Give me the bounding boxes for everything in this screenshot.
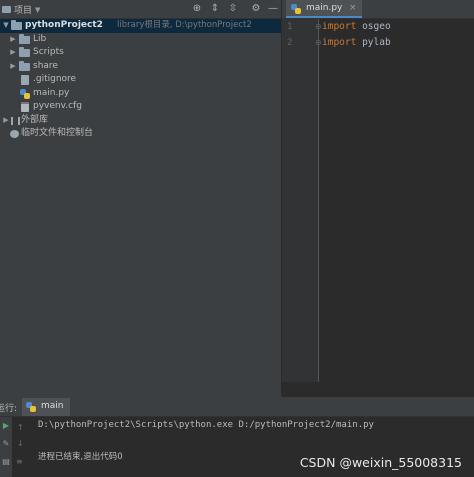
- chevron-right-icon[interactable]: ▶: [9, 33, 17, 47]
- close-icon[interactable]: ×: [349, 3, 357, 13]
- tree-root-hint: library根目录, D:\pythonProject2: [117, 20, 252, 30]
- tree-item-label: 临时文件和控制台: [21, 128, 94, 138]
- run-toolbar: ▶ ✎ ▤: [0, 417, 12, 477]
- tree-item-external-libraries[interactable]: ▶ 外部库: [0, 114, 281, 128]
- tree-item-share[interactable]: ▶ share: [0, 60, 281, 74]
- gear-icon[interactable]: ⚙: [249, 2, 263, 16]
- tree-item-label: 外部库: [21, 114, 49, 125]
- run-tab-label: main: [41, 401, 64, 411]
- soft-wrap-icon[interactable]: ≡: [16, 457, 23, 466]
- fold-icon[interactable]: ⊖: [315, 22, 322, 31]
- code-line: import osgeo: [322, 21, 391, 32]
- code-module: osgeo: [362, 21, 391, 32]
- console-command: D:\pythonProject2\Scripts\python.exe D:/…: [38, 420, 374, 430]
- line-gutter: 1 2 ⊖ ⊖: [282, 19, 322, 382]
- chevron-right-icon[interactable]: ▶: [9, 60, 17, 74]
- fold-icon[interactable]: ⊖: [315, 38, 322, 47]
- project-view-icon: [2, 6, 11, 13]
- tree-item-lib[interactable]: ▶ Lib: [0, 33, 281, 47]
- tree-root-label: pythonProject2: [25, 20, 103, 30]
- code-keyword: import: [322, 37, 357, 48]
- folder-icon: [19, 33, 30, 44]
- run-panel-label: 运行:: [0, 404, 18, 414]
- folder-icon: [19, 47, 30, 57]
- run-panel-header: 运行: main: [0, 397, 474, 417]
- config-file-icon: [21, 102, 29, 112]
- line-number: 1: [287, 22, 293, 32]
- tree-item-gitignore[interactable]: .gitignore: [0, 73, 281, 87]
- layout-icon[interactable]: ▤: [1, 457, 11, 466]
- python-file-icon: [26, 402, 36, 412]
- tree-item-pyvenv-cfg[interactable]: pyvenv.cfg: [0, 100, 281, 114]
- project-tree: ▼ pythonProject2 library根目录, D:\pythonPr…: [0, 19, 281, 141]
- tab-label: main.py: [306, 3, 343, 13]
- run-tab-main[interactable]: main: [22, 398, 70, 416]
- code-editor[interactable]: main.py × 1 2 ⊖ ⊖ import osgeo import py…: [282, 0, 474, 397]
- tree-item-label: main.py: [33, 87, 70, 98]
- tree-item-scripts[interactable]: ▶ Scripts: [0, 46, 281, 60]
- tree-item-label: Lib: [33, 33, 47, 44]
- arrow-down-icon[interactable]: ↓: [17, 439, 24, 448]
- folder-icon: [19, 60, 30, 71]
- tree-item-main-py[interactable]: main.py: [0, 87, 281, 101]
- watermark: CSDN @weixin_55008315: [299, 455, 462, 470]
- chevron-down-icon[interactable]: ▼: [2, 19, 10, 33]
- project-panel-title: 项目: [14, 6, 33, 16]
- collapse-all-icon[interactable]: ⇳: [226, 2, 240, 16]
- library-icon: [11, 116, 20, 125]
- tree-item-label: .gitignore: [33, 74, 77, 84]
- tree-item-label: pyvenv.cfg: [33, 101, 82, 111]
- chevron-right-icon[interactable]: ▶: [9, 46, 17, 60]
- rerun-icon[interactable]: ▶: [1, 421, 11, 430]
- project-view-selector[interactable]: 项目 ▼: [2, 3, 40, 16]
- wrench-icon[interactable]: ✎: [1, 439, 11, 448]
- tree-item-label: Scripts: [33, 47, 64, 57]
- code-line: import pylab: [322, 37, 391, 48]
- tree-item-scratches[interactable]: 临时文件和控制台: [0, 127, 281, 141]
- project-panel: 项目 ▼ ⊕ ⇕ ⇳ ⚙ — ▼ pythonProject2 library根…: [0, 0, 281, 397]
- folder-icon: [11, 20, 22, 30]
- editor-tabbar: main.py ×: [282, 0, 474, 19]
- code-keyword: import: [322, 21, 357, 32]
- project-panel-header: 项目 ▼ ⊕ ⇕ ⇳ ⚙ —: [0, 0, 281, 19]
- python-file-icon: [291, 4, 301, 14]
- hide-panel-icon[interactable]: —: [266, 2, 280, 16]
- tab-main-py[interactable]: main.py ×: [286, 0, 362, 18]
- python-file-icon: [20, 88, 30, 99]
- chevron-right-icon[interactable]: ▶: [2, 114, 10, 128]
- locate-icon[interactable]: ⊕: [190, 2, 204, 16]
- tree-root[interactable]: ▼ pythonProject2 library根目录, D:\pythonPr…: [0, 19, 281, 33]
- console-exit-message: 进程已结束,退出代码0: [38, 452, 123, 462]
- scratches-icon: [10, 130, 19, 138]
- arrow-up-icon[interactable]: ↑: [17, 423, 24, 432]
- code-module: pylab: [362, 37, 391, 48]
- line-number: 2: [287, 38, 293, 48]
- tree-item-label: share: [33, 60, 58, 71]
- run-panel: 运行: main ▶ ✎ ▤ ↑ ↓ ≡ D:\pythonProject2\S…: [0, 397, 474, 477]
- file-icon: [21, 75, 29, 85]
- chevron-down-icon: ▼: [35, 5, 41, 14]
- expand-all-icon[interactable]: ⇕: [208, 2, 222, 16]
